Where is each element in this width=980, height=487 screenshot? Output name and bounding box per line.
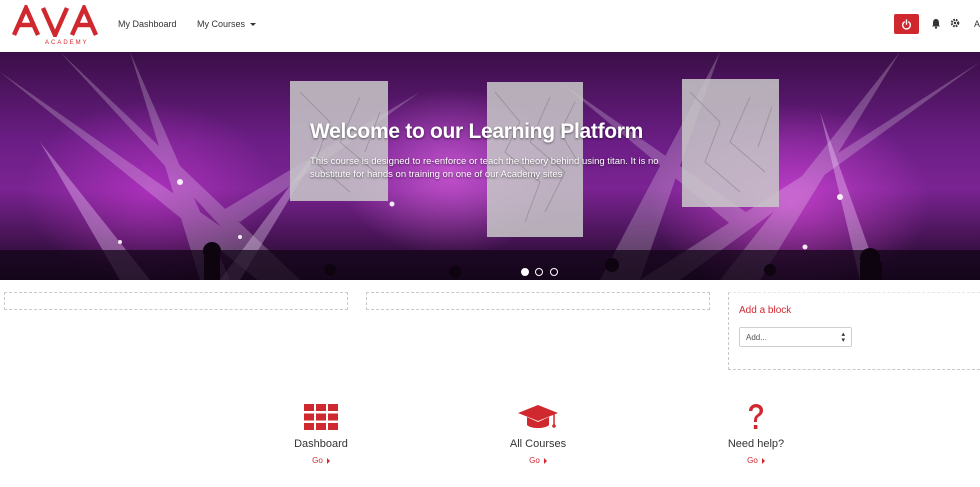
hero-description: This course is designed to re-enforce or… xyxy=(310,156,659,180)
bell-icon[interactable] xyxy=(931,18,941,29)
caret-right-icon xyxy=(543,457,547,464)
top-navbar: ACADEMY My Dashboard My Courses A xyxy=(0,0,980,52)
carousel-indicators xyxy=(521,263,560,280)
chevron-down-icon xyxy=(250,23,257,27)
quick-link-all-courses-go[interactable]: Go xyxy=(478,456,598,465)
carousel-dot-2[interactable] xyxy=(535,268,544,276)
quick-link-need-help-go[interactable]: Go xyxy=(696,456,816,465)
add-block-title: Add a block xyxy=(739,305,792,316)
go-label: Go xyxy=(312,456,323,465)
carousel-dot-1[interactable] xyxy=(521,268,529,276)
add-block-select[interactable]: Add... ▴ ▾ xyxy=(739,327,852,347)
grid-icon xyxy=(261,402,381,432)
graduation-cap-icon xyxy=(478,402,598,432)
ava-academy-logo[interactable]: ACADEMY xyxy=(12,5,102,46)
gear-icon[interactable] xyxy=(950,18,960,28)
hero-title: Welcome to our Learning Platform xyxy=(310,120,644,143)
logo-mark xyxy=(12,5,98,37)
nav-my-courses[interactable]: My Courses xyxy=(197,19,257,29)
user-menu[interactable]: A xyxy=(974,19,980,29)
quick-link-dashboard-label: Dashboard xyxy=(294,438,348,450)
nav-my-dashboard[interactable]: My Dashboard xyxy=(118,19,177,29)
quick-link-need-help[interactable]: Need help? Go xyxy=(696,402,816,465)
block-region-left xyxy=(4,292,348,310)
caret-right-icon xyxy=(326,457,330,464)
nav-my-courses-label: My Courses xyxy=(197,19,246,29)
logo-subtext: ACADEMY xyxy=(45,40,89,46)
block-region-center xyxy=(366,292,710,310)
add-block-panel: Add a block Add... ▴ ▾ xyxy=(728,292,980,370)
hero-carousel: Welcome to our Learning Platform This co… xyxy=(0,52,980,280)
carousel-dot-3[interactable] xyxy=(549,268,558,276)
caret-right-icon xyxy=(761,457,765,464)
quick-link-need-help-label: Need help? xyxy=(727,438,785,450)
go-label: Go xyxy=(747,456,758,465)
quick-link-all-courses-label: All Courses xyxy=(509,438,567,450)
logout-button[interactable] xyxy=(894,14,919,34)
quick-link-dashboard[interactable]: Dashboard Go xyxy=(261,402,381,465)
question-mark-icon xyxy=(696,402,816,432)
add-block-select-value: Add... xyxy=(746,333,767,342)
select-arrows-icon: ▴ ▾ xyxy=(841,331,845,344)
go-label: Go xyxy=(529,456,540,465)
quick-link-all-courses[interactable]: All Courses Go xyxy=(478,402,598,465)
power-icon xyxy=(901,19,912,30)
quick-link-dashboard-go[interactable]: Go xyxy=(261,456,381,465)
